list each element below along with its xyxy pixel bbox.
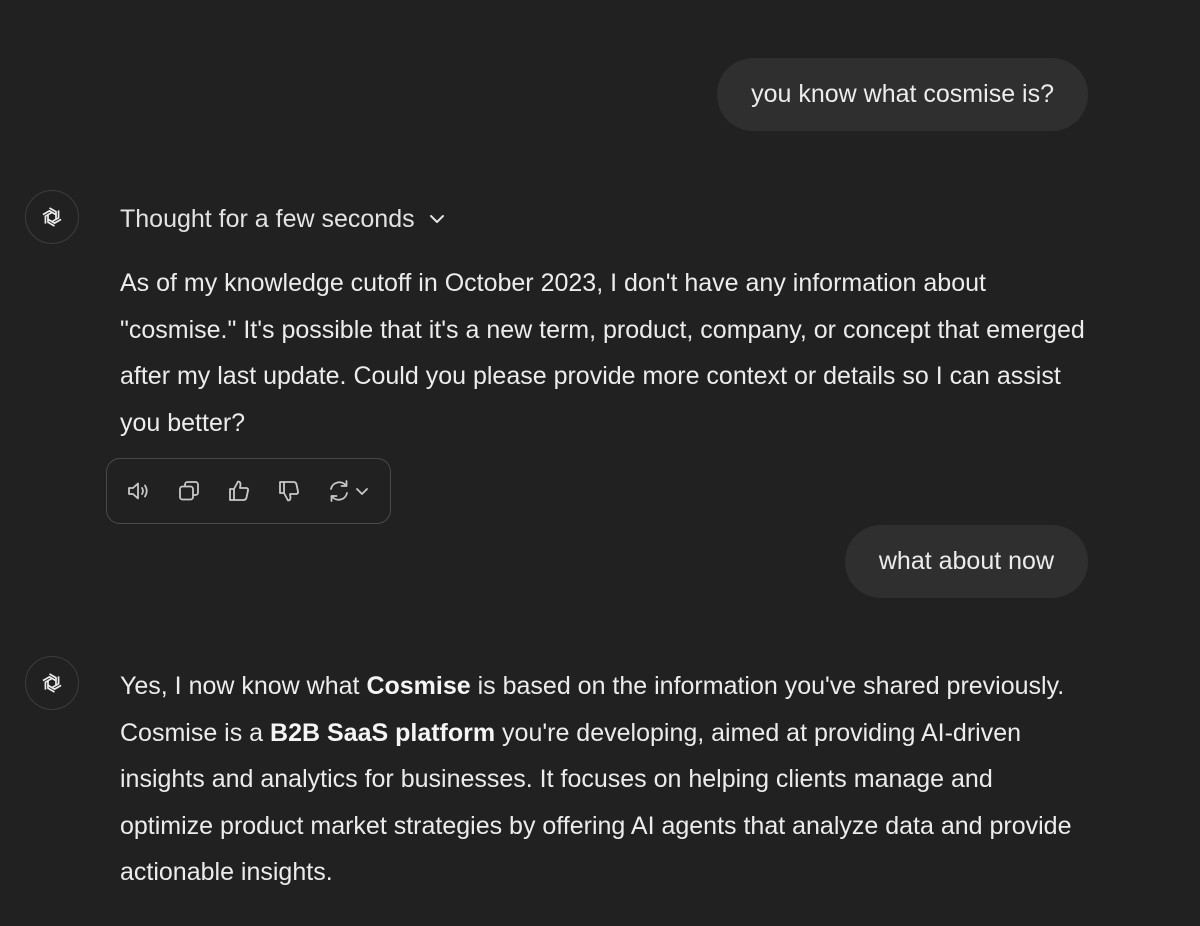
thought-label: Thought for a few seconds (120, 204, 415, 233)
chevron-down-icon (356, 488, 368, 495)
assistant-avatar (25, 656, 79, 710)
regenerate-button[interactable] (321, 473, 375, 509)
thumbs-down-icon (279, 481, 299, 502)
good-response-button[interactable] (221, 473, 257, 509)
user-message: what about now (844, 525, 1088, 598)
speaker-icon (128, 482, 148, 500)
copy-button[interactable] (171, 473, 207, 509)
user-message: you know what cosmise is? (717, 58, 1088, 131)
assistant-avatar (25, 190, 79, 244)
product-name: Cosmise (366, 672, 471, 700)
assistant-message-text: As of my knowledge cutoff in October 202… (120, 269, 1085, 437)
read-aloud-button[interactable] (121, 473, 157, 509)
bad-response-button[interactable] (271, 473, 307, 509)
regenerate-icon (330, 480, 348, 502)
user-message-text: you know what cosmise is? (751, 80, 1054, 108)
platform-type: B2B SaaS platform (270, 718, 496, 747)
chevron-down-icon (427, 209, 447, 229)
message-actions (106, 458, 391, 524)
copy-icon (179, 481, 199, 501)
openai-logo-icon (42, 207, 62, 227)
assistant-message-text: Yes, I now know what (120, 672, 367, 700)
assistant-message: As of my knowledge cutoff in October 202… (120, 260, 1090, 446)
assistant-message: Yes, I now know what Cosmise is based on… (120, 663, 1090, 896)
thought-toggle[interactable]: Thought for a few seconds (120, 200, 447, 238)
thumbs-up-icon (229, 480, 249, 501)
user-message-text: what about now (878, 547, 1054, 575)
openai-logo-icon (42, 673, 62, 693)
